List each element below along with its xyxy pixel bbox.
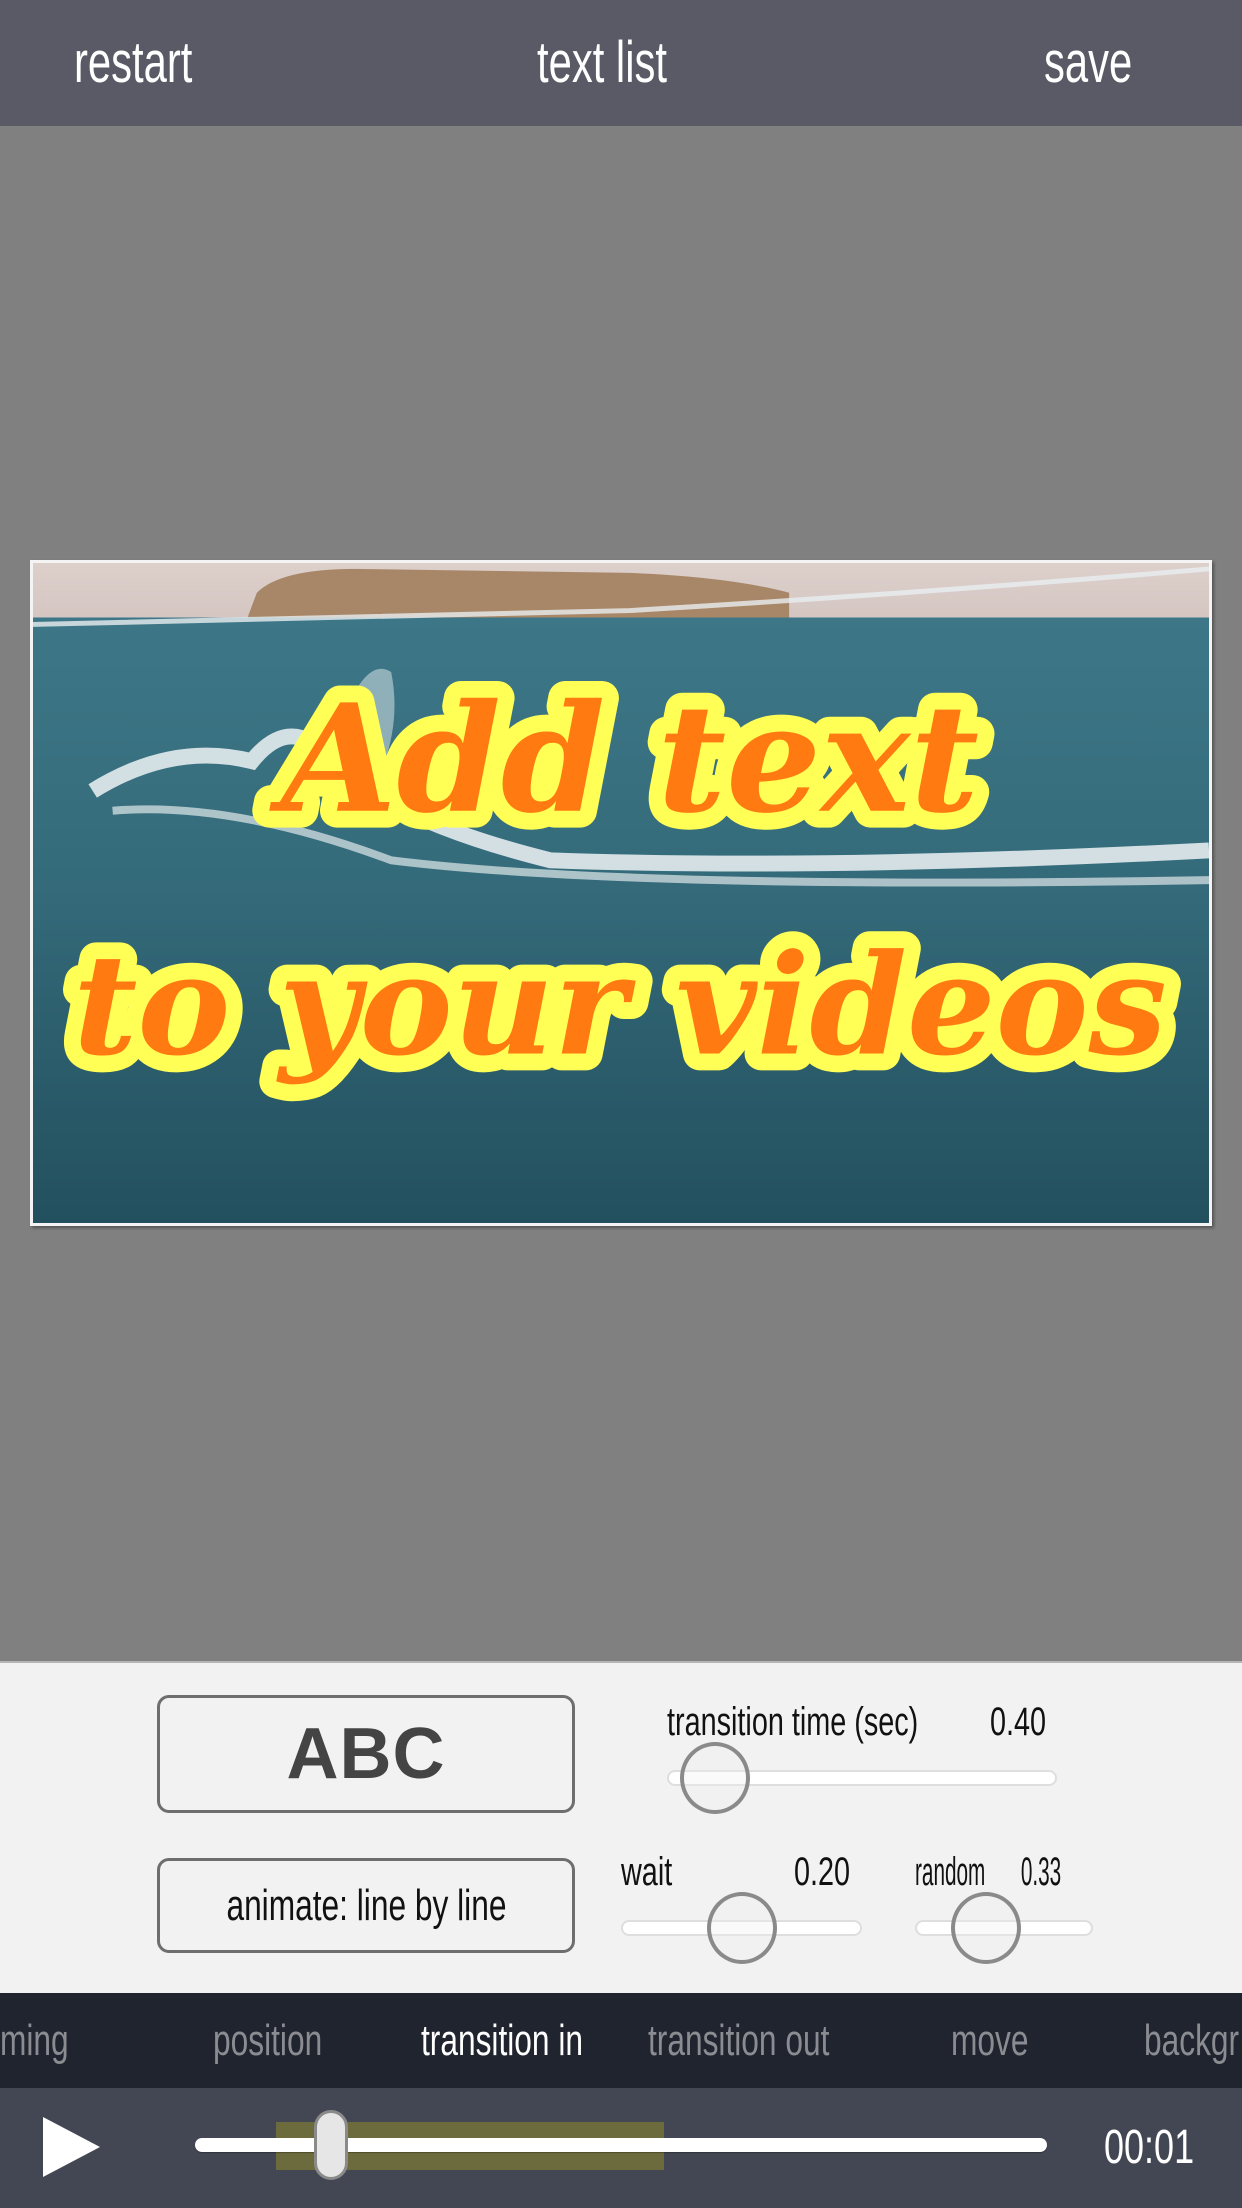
video-frame-image: Add text Add text to your videos to your… [33, 563, 1209, 1223]
restart-label: restart [74, 30, 193, 95]
preview-stage: Add text Add text to your videos to your… [0, 126, 1242, 1661]
tab-transition-out[interactable]: transition out [648, 1993, 900, 2088]
settings-tab-bar: ming position transition in transition o… [0, 1993, 1242, 2088]
playhead-handle[interactable] [314, 2110, 349, 2180]
transition-time-slider[interactable] [667, 1738, 1057, 1818]
tab-transition-in[interactable]: transition in [421, 1993, 646, 2088]
text-list-button[interactable]: text list [537, 26, 718, 100]
playback-bar: 00:01 [0, 2088, 1242, 2208]
slider-thumb[interactable] [706, 1892, 777, 1964]
slider-thumb[interactable] [679, 1742, 750, 1814]
video-preview[interactable]: Add text Add text to your videos to your… [30, 560, 1212, 1226]
play-button[interactable] [38, 2114, 104, 2180]
timeline-scrubber[interactable] [195, 2108, 1047, 2188]
overlay-text-line-1-fill: Add text [269, 672, 979, 847]
save-button[interactable]: save [1044, 26, 1167, 100]
tab-position[interactable]: position [213, 1993, 365, 2088]
random-slider[interactable] [915, 1888, 1093, 1968]
wait-slider[interactable] [621, 1888, 862, 1968]
tab-background[interactable]: backgr [1144, 1993, 1242, 2088]
slider-thumb[interactable] [950, 1892, 1021, 1964]
text-style-preview-button[interactable]: ABC [157, 1695, 575, 1813]
save-label: save [1044, 30, 1133, 95]
current-time: 00:01 [1104, 2121, 1195, 2174]
play-icon [43, 2117, 100, 2177]
tab-timing[interactable]: ming [0, 1993, 95, 2088]
style-preview-label: ABC [286, 1714, 446, 1794]
animate-mode-button[interactable]: animate: line by line [157, 1858, 575, 1953]
transition-controls-panel: ABC animate: line by line transition tim… [0, 1661, 1242, 1993]
overlay-text-line-2-fill: to your videos [73, 923, 1167, 1087]
top-toolbar: restart text list save [0, 0, 1242, 126]
restart-button[interactable]: restart [74, 26, 238, 100]
animate-mode-label: animate: line by line [225, 1880, 506, 1930]
tab-move[interactable]: move [951, 1993, 1059, 2088]
text-list-label: text list [537, 30, 667, 95]
